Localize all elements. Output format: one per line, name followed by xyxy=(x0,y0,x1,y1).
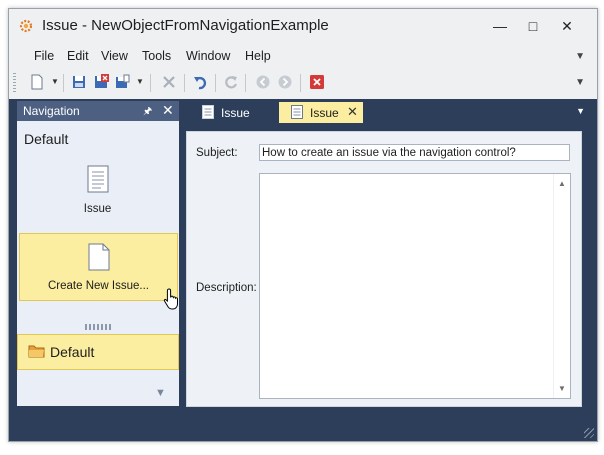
nav-item-issue[interactable]: Issue xyxy=(19,165,176,223)
navigation-body: Default Issue Create New Issue... Defaul… xyxy=(17,121,179,406)
maximize-icon: □ xyxy=(528,18,538,34)
tab-list-chevron-down-icon[interactable]: ▼ xyxy=(576,106,585,116)
close-icon: ✕ xyxy=(561,18,573,34)
toolbar-separator xyxy=(63,74,64,92)
pin-icon[interactable]: 🖈 xyxy=(143,104,152,121)
delete-icon[interactable] xyxy=(161,74,177,90)
nav-item-label: Create New Issue... xyxy=(48,280,149,292)
new-object-icon[interactable] xyxy=(29,74,45,90)
close-button[interactable]: ✕ xyxy=(553,15,581,37)
menu-view[interactable]: View xyxy=(101,49,128,63)
menu-bar: File Edit View Tools Window Help ▼ xyxy=(9,45,597,67)
resize-grip[interactable] xyxy=(584,428,594,438)
toolbar-separator xyxy=(245,74,246,92)
close-view-icon[interactable] xyxy=(309,74,325,90)
toolbar-separator xyxy=(215,74,216,92)
navigation-group-bar[interactable]: Default xyxy=(17,334,179,370)
description-label: Description: xyxy=(196,282,257,294)
navigation-panel: Navigation 🖈 ✕ Default Issue Create New … xyxy=(17,101,179,406)
menu-window[interactable]: Window xyxy=(186,49,230,63)
navigation-header: Navigation 🖈 ✕ xyxy=(17,101,179,121)
previous-icon[interactable] xyxy=(255,74,271,90)
navigation-chevron-down-icon[interactable]: ▼ xyxy=(155,387,166,399)
toolbar-separator xyxy=(184,74,185,92)
minimize-button[interactable]: — xyxy=(486,15,514,37)
save-dropdown-chevron-icon[interactable]: ▼ xyxy=(136,77,144,86)
nav-item-create-new-issue[interactable]: Create New Issue... xyxy=(19,233,178,301)
menu-help[interactable]: Help xyxy=(245,49,271,63)
folder-icon xyxy=(28,345,45,358)
menu-edit[interactable]: Edit xyxy=(67,49,89,63)
navigation-close-icon[interactable]: ✕ xyxy=(162,102,174,119)
save-and-close-icon[interactable] xyxy=(93,74,109,90)
description-scrollbar[interactable]: ▲ ▼ xyxy=(553,174,570,398)
issue-detail-view: Subject: How to create an issue via the … xyxy=(186,131,582,407)
navigation-title: Navigation xyxy=(23,104,80,118)
menu-tools[interactable]: Tools xyxy=(142,49,171,63)
menu-file[interactable]: File xyxy=(34,49,54,63)
toolbar: ▼ ▼ ▼ xyxy=(9,69,597,97)
tab-label: Issue xyxy=(221,106,250,120)
navigation-splitter[interactable] xyxy=(85,324,111,330)
new-document-icon xyxy=(88,243,110,271)
menu-overflow-chevron-down-icon[interactable]: ▼ xyxy=(575,51,585,62)
tab-issue-1[interactable]: Issue xyxy=(195,102,279,123)
hand-pointer-icon xyxy=(163,288,178,310)
minimize-icon: — xyxy=(493,18,507,34)
tab-issue-2[interactable]: Issue ✕ xyxy=(279,102,363,123)
save-and-new-icon[interactable] xyxy=(115,74,131,90)
app-gear-icon xyxy=(19,19,33,33)
group-bar-label: Default xyxy=(50,344,95,360)
next-icon[interactable] xyxy=(277,74,293,90)
subject-label: Subject: xyxy=(196,147,238,159)
save-icon[interactable] xyxy=(71,74,87,90)
status-bar xyxy=(9,409,597,441)
description-input[interactable]: ▲ ▼ xyxy=(259,173,571,399)
document-icon xyxy=(291,105,303,119)
toolbar-separator xyxy=(300,74,301,92)
tab-label: Issue xyxy=(310,106,339,120)
tab-close-icon[interactable]: ✕ xyxy=(347,104,358,120)
document-icon xyxy=(87,165,109,193)
scroll-up-icon[interactable]: ▲ xyxy=(558,179,566,188)
nav-item-label: Issue xyxy=(83,203,112,215)
document-icon xyxy=(202,105,214,119)
title-bar: Issue - NewObjectFromNavigationExample —… xyxy=(9,9,597,43)
tab-strip: Issue Issue ✕ ▼ xyxy=(187,99,597,123)
maximize-button[interactable]: □ xyxy=(519,15,547,37)
undo-icon[interactable] xyxy=(193,74,209,90)
navigation-group-title: Default xyxy=(24,131,69,147)
subject-input[interactable]: How to create an issue via the navigatio… xyxy=(259,144,570,161)
application-window: Issue - NewObjectFromNavigationExample —… xyxy=(8,8,598,442)
refresh-icon[interactable] xyxy=(223,74,239,90)
toolbar-gripper[interactable] xyxy=(13,73,16,93)
scroll-down-icon[interactable]: ▼ xyxy=(558,384,566,393)
dock-area: Navigation 🖈 ✕ Default Issue Create New … xyxy=(9,99,597,441)
toolbar-overflow-chevron-down-icon[interactable]: ▼ xyxy=(575,77,585,88)
toolbar-separator xyxy=(150,74,151,92)
new-dropdown-chevron-icon[interactable]: ▼ xyxy=(51,77,59,86)
window-title: Issue - NewObjectFromNavigationExample xyxy=(42,17,329,34)
